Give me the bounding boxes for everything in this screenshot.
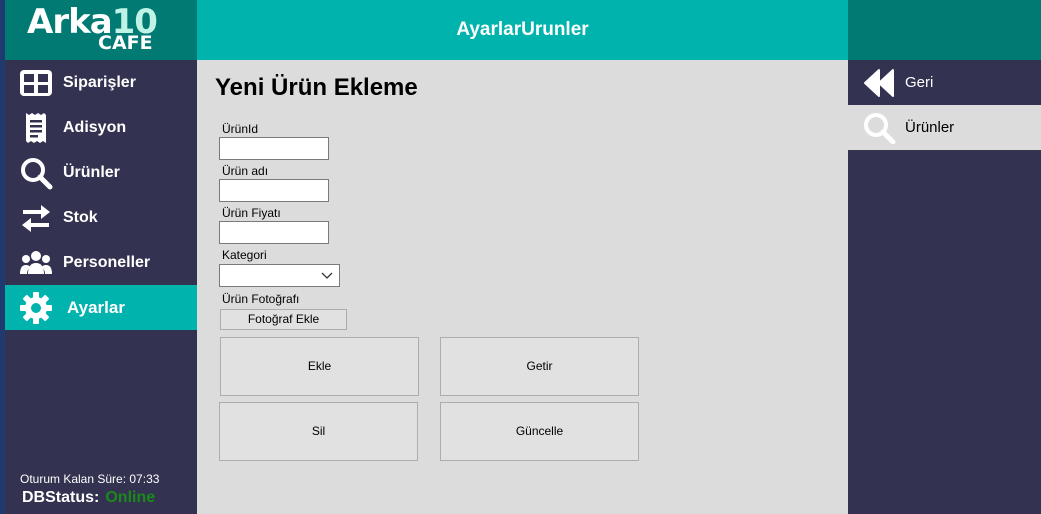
product-name-label: Ürün adı bbox=[222, 164, 269, 178]
update-button[interactable]: Güncelle bbox=[440, 402, 639, 461]
add-photo-button[interactable]: Fotoğraf Ekle bbox=[220, 309, 347, 330]
page-title: AyarlarUrunler bbox=[456, 19, 589, 40]
session-timer: Oturum Kalan Süre: 07:33 bbox=[20, 472, 160, 486]
product-price-input[interactable] bbox=[219, 221, 329, 244]
page-header: AyarlarUrunler bbox=[197, 0, 848, 60]
sidebar-item-label: Siparişler bbox=[63, 73, 136, 91]
sidebar: Arka10 CAFE Siparişler Adisyon Ürünler S… bbox=[5, 0, 197, 514]
delete-button[interactable]: Sil bbox=[219, 402, 418, 461]
category-label: Kategori bbox=[222, 248, 267, 262]
form-heading: Yeni Ürün Ekleme bbox=[215, 74, 418, 101]
chevron-down-icon bbox=[321, 272, 333, 279]
sidebar-item-stok[interactable]: Stok bbox=[5, 195, 197, 240]
urunler-label: Ürünler bbox=[905, 119, 955, 136]
urunler-button[interactable]: Ürünler bbox=[848, 105, 1041, 150]
db-status-label: DBStatus: bbox=[22, 489, 100, 506]
app-logo: Arka10 CAFE bbox=[5, 0, 197, 60]
right-panel: Geri Ürünler bbox=[848, 0, 1041, 514]
search-icon bbox=[864, 113, 896, 144]
main-content: Yeni Ürün Ekleme ÜrünId Ürün adı Ürün Fi… bbox=[197, 60, 848, 514]
sidebar-item-label: Adisyon bbox=[63, 118, 127, 136]
product-name-input[interactable] bbox=[219, 179, 329, 202]
table-grid-icon bbox=[20, 70, 52, 96]
right-panel-header bbox=[848, 0, 1041, 60]
db-status: DBStatus: Online bbox=[22, 489, 155, 507]
swap-arrows-icon bbox=[22, 205, 50, 232]
sidebar-nav: Siparişler Adisyon Ürünler Stok Personel… bbox=[5, 60, 197, 330]
sidebar-item-label: Personeller bbox=[63, 253, 151, 271]
product-id-input[interactable] bbox=[219, 137, 329, 160]
search-icon bbox=[21, 158, 53, 190]
receipt-icon bbox=[26, 113, 46, 143]
photo-label: Ürün Fotoğrafı bbox=[222, 292, 300, 306]
rewind-icon bbox=[864, 69, 894, 97]
gear-icon bbox=[20, 292, 52, 324]
product-price-label: Ürün Fiyatı bbox=[222, 206, 281, 220]
sidebar-item-label: Ayarlar bbox=[67, 297, 125, 317]
fetch-button[interactable]: Getir bbox=[440, 337, 639, 396]
logo-line2: CAFE bbox=[98, 32, 153, 54]
sidebar-item-urunler[interactable]: Ürünler bbox=[5, 150, 197, 195]
sidebar-item-ayarlar[interactable]: Ayarlar bbox=[5, 285, 197, 330]
back-label: Geri bbox=[905, 74, 934, 91]
product-id-label: ÜrünId bbox=[222, 122, 259, 136]
category-select[interactable] bbox=[219, 264, 340, 287]
sidebar-item-label: Stok bbox=[63, 208, 98, 226]
back-button[interactable]: Geri bbox=[848, 60, 1041, 105]
sidebar-item-adisyon[interactable]: Adisyon bbox=[5, 105, 197, 150]
db-status-value: Online bbox=[105, 489, 156, 506]
sidebar-item-label: Ürünler bbox=[63, 163, 120, 181]
app-window: Arka10 CAFE Siparişler Adisyon Ürünler S… bbox=[0, 0, 1041, 514]
sidebar-item-personeller[interactable]: Personeller bbox=[5, 240, 197, 285]
add-button[interactable]: Ekle bbox=[220, 337, 419, 396]
sidebar-item-siparisler[interactable]: Siparişler bbox=[5, 60, 197, 105]
users-icon bbox=[20, 251, 52, 274]
